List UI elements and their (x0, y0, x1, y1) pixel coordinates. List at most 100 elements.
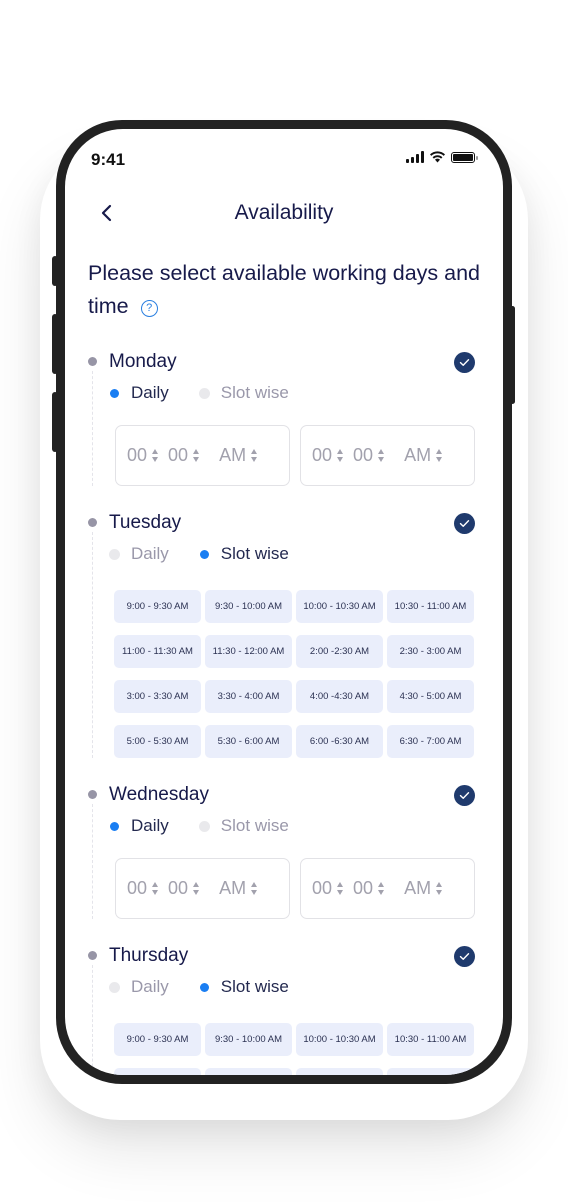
time-slot-chip[interactable]: 2:00 -2:30 AM (296, 635, 383, 668)
time-slot-chip[interactable]: 3:00 - 3:30 AM (114, 680, 201, 713)
time-slot-grid: 9:00 - 9:30 AM 9:30 - 10:00 AM 10:00 - 10:… (109, 1023, 475, 1075)
period-picker[interactable]: AM (404, 445, 443, 466)
radio-daily[interactable]: Daily (109, 816, 169, 836)
day-name: Tuesday (109, 512, 182, 533)
timeline-bullet (88, 357, 97, 366)
period-picker[interactable]: AM (219, 878, 258, 899)
radio-indicator (199, 982, 209, 992)
time-slot-chip[interactable]: 3:30 - 4:00 AM (205, 680, 292, 713)
radio-indicator (198, 387, 210, 399)
spinner-arrows-icon[interactable] (378, 882, 385, 895)
time-slot-chip[interactable]: 10:30 - 11:00 AM (387, 590, 474, 623)
page-title: Availability (234, 201, 334, 224)
minute-picker[interactable]: 00 (168, 445, 200, 466)
day-section-thursday: Thursday Daily Slot wise 9:00 - 9:30 AM 9:30… (65, 941, 503, 1075)
time-slot-chip[interactable]: 10:00 - 10:30 AM (296, 590, 383, 623)
hour-picker[interactable]: 00 (127, 878, 159, 899)
phone-screen: 9:41 Availability Please select availabl… (65, 129, 503, 1075)
mode-radio-group: Daily Slot wise (109, 538, 475, 570)
time-slot-chip[interactable]: 9:30 - 10:00 AM (205, 1023, 292, 1056)
spinner-arrows-icon[interactable] (436, 882, 443, 895)
time-slot-chip[interactable]: 2:30 - 3:00 AM (387, 635, 474, 668)
question-circle-icon[interactable]: ? (140, 300, 158, 317)
end-time-picker: 00 00 AM (300, 858, 475, 919)
radio-label: Slot wise (220, 544, 289, 563)
day-checkbox[interactable] (454, 784, 475, 806)
volume-up-button (52, 314, 58, 374)
spinner-arrows-icon[interactable] (193, 449, 200, 462)
timeline-line (92, 532, 93, 758)
radio-label: Daily (131, 977, 169, 996)
start-time-picker: 00 00 AM (115, 425, 290, 486)
status-icons (406, 151, 478, 163)
spinner-arrows-icon[interactable] (251, 882, 258, 895)
time-slot-chip[interactable]: 11:30 - 12:00 AM (205, 635, 292, 668)
timeline-line (92, 804, 93, 919)
hour-picker[interactable]: 00 (312, 878, 344, 899)
radio-label: Daily (131, 816, 169, 835)
time-range-row: 00 00 AM 00 00 AM (109, 858, 475, 919)
spinner-arrows-icon[interactable] (152, 449, 159, 462)
spinner-arrows-icon[interactable] (436, 449, 443, 462)
time-slot-chip[interactable]: 9:00 - 9:30 AM (114, 1023, 201, 1056)
day-checkbox[interactable] (454, 512, 475, 534)
time-slot-chip[interactable] (205, 1068, 292, 1075)
radio-slot-wise[interactable]: Slot wise (199, 544, 289, 564)
time-slot-chip[interactable]: 4:30 - 5:00 AM (387, 680, 474, 713)
time-slot-chip[interactable]: 6:00 -6:30 AM (296, 725, 383, 758)
time-slot-chip[interactable] (387, 1068, 474, 1075)
minute-picker[interactable]: 00 (168, 878, 200, 899)
radio-indicator (110, 388, 119, 398)
days-list: Monday Daily Slot wise 00 00 AM 00 00 AM Tuesday D… (65, 347, 503, 1075)
time-slot-chip[interactable]: 4:00 -4:30 AM (296, 680, 383, 713)
spinner-arrows-icon[interactable] (337, 882, 344, 895)
radio-slot-wise[interactable]: Slot wise (199, 977, 289, 997)
time-slot-chip[interactable]: 9:30 - 10:00 AM (205, 590, 292, 623)
spinner-arrows-icon[interactable] (193, 882, 200, 895)
time-slot-chip[interactable]: 10:00 - 10:30 AM (296, 1023, 383, 1056)
minute-picker[interactable]: 00 (353, 878, 385, 899)
day-section-monday: Monday Daily Slot wise 00 00 AM 00 00 AM (65, 347, 503, 486)
radio-daily[interactable]: Daily (109, 977, 169, 997)
time-slot-chip[interactable]: 10:30 - 11:00 AM (387, 1023, 474, 1056)
radio-indicator (110, 821, 119, 831)
time-slot-chip[interactable] (114, 1068, 201, 1075)
radio-indicator (198, 820, 210, 832)
spinner-arrows-icon[interactable] (152, 882, 159, 895)
time-slot-chip[interactable] (296, 1068, 383, 1075)
check-icon (459, 952, 470, 960)
spinner-arrows-icon[interactable] (378, 449, 385, 462)
minute-picker[interactable]: 00 (353, 445, 385, 466)
radio-label: Slot wise (220, 816, 289, 835)
radio-slot-wise[interactable]: Slot wise (198, 383, 289, 403)
signal-icon (406, 151, 424, 163)
period-picker[interactable]: AM (404, 878, 443, 899)
volume-down-button (52, 392, 58, 452)
radio-label: Slot wise (220, 383, 289, 402)
nav-bar: Availability (65, 191, 503, 235)
day-checkbox[interactable] (454, 945, 475, 967)
day-header: Thursday (109, 941, 475, 971)
radio-slot-wise[interactable]: Slot wise (198, 816, 289, 836)
start-time-picker: 00 00 AM (115, 858, 290, 919)
intro-text-block: Please select available working days and… (88, 257, 488, 323)
spinner-arrows-icon[interactable] (337, 449, 344, 462)
day-header: Wednesday (109, 780, 475, 810)
time-slot-chip[interactable]: 5:00 - 5:30 AM (114, 725, 201, 758)
day-section-wednesday: Wednesday Daily Slot wise 00 00 AM 00 00 AM (65, 780, 503, 919)
time-slot-chip[interactable]: 5:30 - 6:00 AM (205, 725, 292, 758)
radio-daily[interactable]: Daily (109, 544, 169, 564)
mode-radio-group: Daily Slot wise (109, 810, 475, 842)
period-picker[interactable]: AM (219, 445, 258, 466)
hour-picker[interactable]: 00 (312, 445, 344, 466)
time-slot-grid: 9:00 - 9:30 AM 9:30 - 10:00 AM 10:00 - 10:… (109, 590, 475, 758)
radio-daily[interactable]: Daily (109, 383, 169, 403)
day-checkbox[interactable] (454, 351, 475, 373)
hour-picker[interactable]: 00 (127, 445, 159, 466)
time-slot-chip[interactable]: 6:30 - 7:00 AM (387, 725, 474, 758)
day-name: Monday (109, 351, 177, 372)
wifi-icon (430, 151, 445, 163)
spinner-arrows-icon[interactable] (251, 449, 258, 462)
time-slot-chip[interactable]: 11:00 - 11:30 AM (114, 635, 201, 668)
time-slot-chip[interactable]: 9:00 - 9:30 AM (114, 590, 201, 623)
